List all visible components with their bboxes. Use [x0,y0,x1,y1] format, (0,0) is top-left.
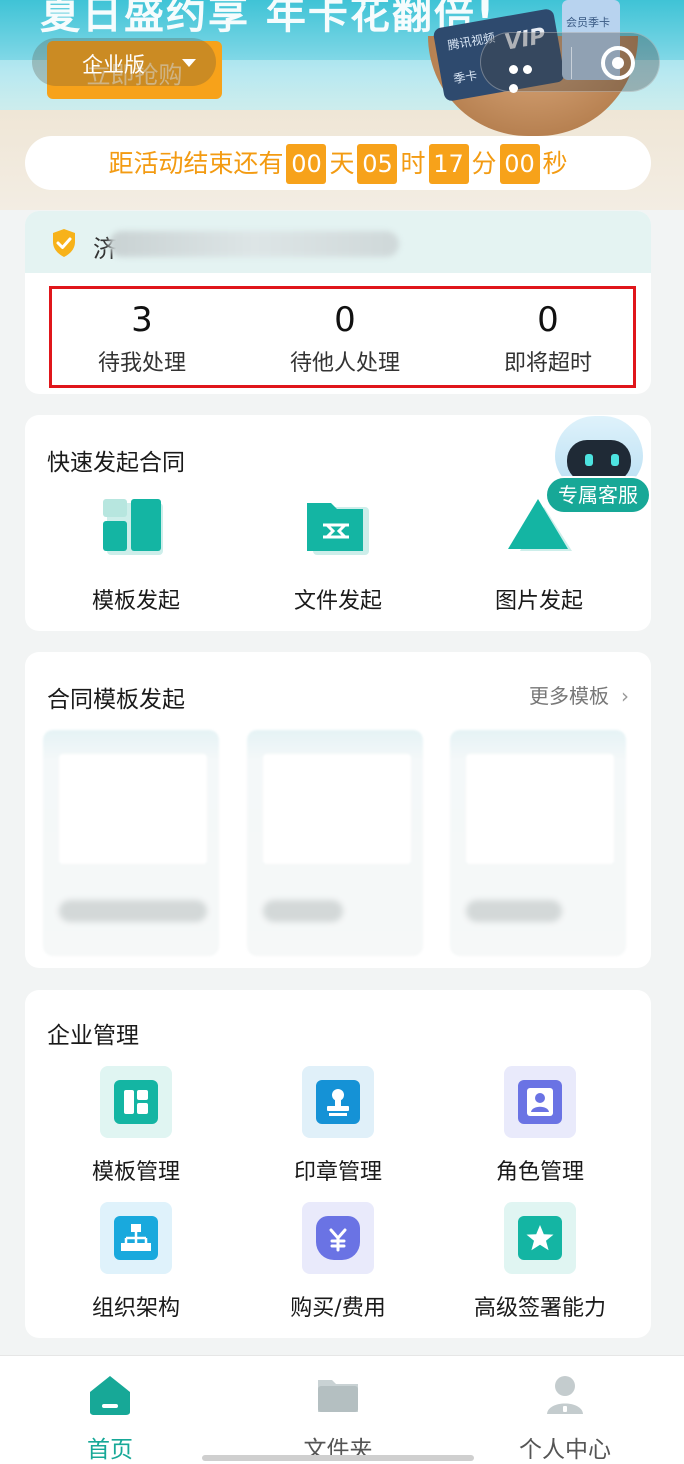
stat-value: 3 [131,300,153,340]
enterprise-management-card: 企业管理 模板管理 印章管理 角色管理 组织架构 购买/费用 高级签署能力 [25,990,651,1338]
banner-title: 夏日盛约享 年卡花翻倍! [40,0,497,38]
close-target-icon[interactable] [601,46,635,80]
template-preview [263,754,411,864]
more-templates-link[interactable]: 更多模板 › [529,680,629,709]
stat-value: 0 [334,300,356,340]
countdown-bar: 距活动结束还有 00 天 05 时 17 分 00 秒 [25,136,651,190]
home-icon [90,1376,130,1415]
seal-management-button[interactable]: 印章管理 [238,1066,438,1186]
contract-templates-card: 合同模板发起 更多模板 › [25,652,651,968]
purchase-icon [302,1202,374,1274]
robot-eye-left [585,454,593,466]
template-card[interactable] [247,730,423,956]
template-caption-redacted [466,900,562,922]
templates-title: 合同模板发起 [47,687,185,713]
stat-label: 待他人处理 [289,351,400,376]
template-card[interactable] [450,730,626,956]
verified-shield-icon [53,229,75,257]
caret-down-icon [182,59,196,67]
template-management-button[interactable]: 模板管理 [36,1066,236,1186]
countdown-days: 00 [286,144,327,184]
task-stats: 3 待我处理 0 待他人处理 0 即将超时 [49,286,636,388]
more-dots-icon[interactable] [509,59,549,93]
stat-pending-me[interactable]: 3 待我处理 [42,301,242,377]
capsule-divider [571,47,572,79]
tab-home[interactable]: 首页 [30,1374,190,1464]
advanced-signing-label: 高级签署能力 [473,1296,606,1321]
countdown-hours: 05 [357,144,398,184]
template-start-label: 模板发起 [91,589,180,614]
star-icon [504,1202,576,1274]
stat-pending-others[interactable]: 0 待他人处理 [245,301,445,377]
role-management-button[interactable]: 角色管理 [440,1066,640,1186]
countdown-seconds-unit: 秒 [542,149,568,178]
template-card[interactable] [43,730,219,956]
edition-label: 企业版 [82,53,145,77]
robot-eye-right [611,454,619,466]
countdown-seconds: 00 [499,144,540,184]
card2-label: 会员季卡 [566,16,610,29]
management-title: 企业管理 [47,1023,139,1049]
template-preview [466,754,614,864]
template-caption-redacted [59,900,207,922]
org-structure-button[interactable]: 组织架构 [36,1202,236,1322]
file-start-button[interactable]: 文件发起 [248,497,428,615]
card-season: 季卡 [452,68,479,87]
image-start-label: 图片发起 [494,589,583,614]
company-name-redacted [109,231,399,257]
template-manage-icon [100,1066,172,1138]
seal-management-label: 印章管理 [293,1160,382,1185]
tab-profile[interactable]: 个人中心 [485,1374,645,1464]
seal-icon [302,1066,374,1138]
quick-start-title: 快速发起合同 [47,450,185,476]
template-preview [59,754,207,864]
role-management-label: 角色管理 [495,1160,584,1185]
folder-tab-icon [318,1380,358,1412]
customer-service-robot[interactable]: 专属客服 [545,410,655,514]
countdown-minutes-unit: 分 [471,149,497,178]
stat-label: 即将超时 [503,351,592,376]
countdown-minutes: 17 [428,144,469,184]
stat-label: 待我处理 [97,351,186,376]
role-icon [504,1066,576,1138]
tab-home-label: 首页 [87,1437,133,1463]
miniprogram-capsule[interactable] [480,32,660,93]
company-header[interactable]: 济 [25,211,651,273]
org-structure-label: 组织架构 [91,1296,180,1321]
tab-folder[interactable]: 文件夹 [258,1374,418,1464]
more-templates-label: 更多模板 [529,684,609,708]
countdown-prefix: 距活动结束还有 [108,149,284,178]
template-caption-redacted [263,900,343,922]
template-start-button[interactable]: 模板发起 [46,497,226,615]
folder-icon [307,503,369,555]
template-management-label: 模板管理 [91,1160,180,1185]
stat-value: 0 [537,300,559,340]
tab-profile-label: 个人中心 [519,1437,611,1463]
home-indicator [202,1455,474,1461]
edition-switcher[interactable]: 企业版 [32,38,216,86]
purchase-fee-label: 购买/费用 [290,1296,386,1321]
company-card: 济 3 待我处理 0 待他人处理 0 即将超时 [25,211,651,394]
template-icon [103,499,163,555]
image-start-button[interactable]: 图片发起 [449,497,629,615]
org-chart-icon [100,1202,172,1274]
chevron-right-icon: › [621,684,629,708]
advanced-signing-button[interactable]: 高级签署能力 [440,1202,640,1322]
countdown-hours-unit: 时 [400,149,426,178]
purchase-fee-button[interactable]: 购买/费用 [238,1202,438,1322]
customer-service-label: 专属客服 [545,476,651,514]
file-start-label: 文件发起 [293,589,382,614]
bottom-tab-bar: 首页 文件夹 个人中心 [0,1355,684,1464]
countdown-days-unit: 天 [329,149,355,178]
person-icon [547,1376,583,1414]
stat-expiring[interactable]: 0 即将超时 [448,301,648,377]
